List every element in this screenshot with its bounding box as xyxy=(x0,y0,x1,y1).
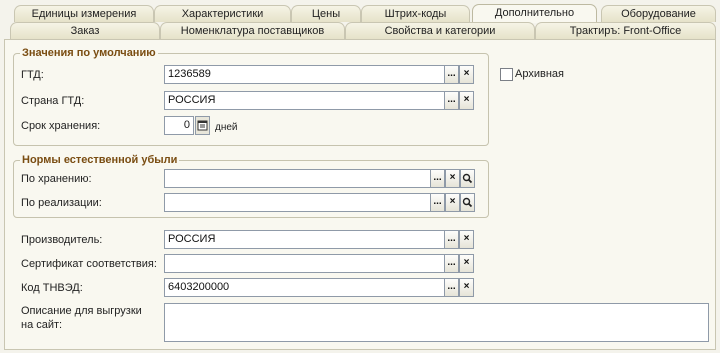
tab-equipment[interactable]: Оборудование xyxy=(601,5,716,22)
gtd-label: ГТД: xyxy=(21,69,44,81)
certificate-label: Сертификат соответствия: xyxy=(21,258,157,270)
natural-loss-group-title: Нормы естественной убыли xyxy=(20,153,180,167)
country-gtd-clear-button[interactable]: × xyxy=(459,91,474,110)
tab-barcodes[interactable]: Штрих-коды xyxy=(361,5,470,22)
sale-loss-select-button[interactable]: ... xyxy=(430,193,445,212)
certificate-select-button[interactable]: ... xyxy=(444,254,459,273)
producer-clear-button[interactable]: × xyxy=(459,230,474,249)
certificate-field[interactable] xyxy=(164,254,445,273)
sale-loss-search-button[interactable] xyxy=(460,193,475,212)
description-label: Описание для выгрузки на сайт: xyxy=(21,305,142,331)
tab-properties-categories[interactable]: Свойства и категории xyxy=(345,22,535,39)
sale-loss-clear-button[interactable]: × xyxy=(445,193,460,212)
shelf-life-calendar-button[interactable] xyxy=(195,116,210,135)
magnifier-icon xyxy=(462,173,473,184)
tab-prices[interactable]: Цены xyxy=(291,5,361,22)
archive-checkbox[interactable] xyxy=(500,68,513,81)
description-textarea[interactable] xyxy=(164,303,709,342)
gtd-field[interactable]: 1236589 xyxy=(164,65,445,84)
storage-loss-label: По хранению: xyxy=(21,173,92,185)
storage-loss-select-button[interactable]: ... xyxy=(430,169,445,188)
sale-loss-label: По реализации: xyxy=(21,197,102,209)
storage-loss-search-button[interactable] xyxy=(460,169,475,188)
producer-field[interactable]: РОССИЯ xyxy=(164,230,445,249)
tab-traktir-front-office[interactable]: Трактиръ: Front-Office xyxy=(535,22,716,39)
calendar-icon xyxy=(197,120,208,131)
gtd-select-button[interactable]: ... xyxy=(444,65,459,84)
producer-select-button[interactable]: ... xyxy=(444,230,459,249)
shelf-life-input[interactable]: 0 xyxy=(164,116,194,135)
tnved-label: Код ТНВЭД: xyxy=(21,282,83,294)
tab-units[interactable]: Единицы измерения xyxy=(14,5,154,22)
shelf-life-unit: дней xyxy=(215,122,238,133)
tab-order[interactable]: Заказ xyxy=(10,22,160,39)
tnved-field[interactable]: 6403200000 xyxy=(164,278,445,297)
country-gtd-select-button[interactable]: ... xyxy=(444,91,459,110)
country-gtd-field[interactable]: РОССИЯ xyxy=(164,91,445,110)
storage-loss-field[interactable] xyxy=(164,169,431,188)
sale-loss-field[interactable] xyxy=(164,193,431,212)
magnifier-icon xyxy=(462,197,473,208)
country-gtd-label: Страна ГТД: xyxy=(21,95,85,107)
tab-additional[interactable]: Дополнительно xyxy=(472,4,597,23)
storage-loss-clear-button[interactable]: × xyxy=(445,169,460,188)
shelf-life-label: Срок хранения: xyxy=(21,120,101,132)
tnved-select-button[interactable]: ... xyxy=(444,278,459,297)
archive-label[interactable]: Архивная xyxy=(515,67,564,81)
producer-label: Производитель: xyxy=(21,234,103,246)
tab-supplier-nomenclature[interactable]: Номенклатура поставщиков xyxy=(160,22,345,39)
tnved-clear-button[interactable]: × xyxy=(459,278,474,297)
certificate-clear-button[interactable]: × xyxy=(459,254,474,273)
tab-characteristics[interactable]: Характеристики xyxy=(154,5,291,22)
defaults-group-title: Значения по умолчанию xyxy=(20,46,158,60)
gtd-clear-button[interactable]: × xyxy=(459,65,474,84)
